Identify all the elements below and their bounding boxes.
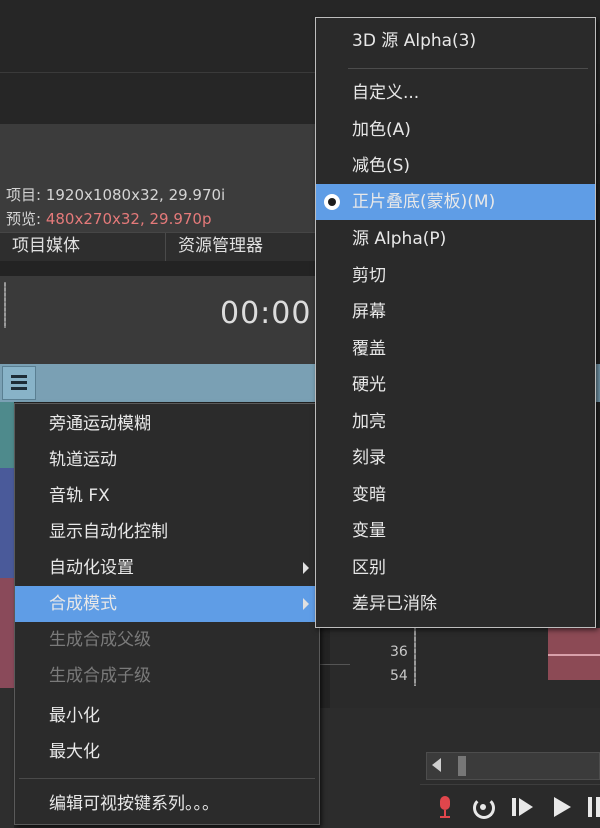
submenu-item-lighten[interactable]: 变量 — [316, 513, 595, 549]
tab-explorer[interactable]: 资源管理器 — [165, 233, 263, 261]
submenu-item-multiply[interactable]: 正片叠底(蒙板)(M) — [316, 184, 595, 220]
radio-selected-icon — [324, 194, 340, 210]
menu-item-make-compositing-child: 生成合成子级 — [49, 666, 151, 686]
play-icon[interactable] — [552, 796, 572, 818]
divider — [0, 72, 315, 73]
submenu-item-dodge[interactable]: 加亮 — [316, 404, 595, 440]
scroll-left-icon[interactable] — [432, 758, 441, 772]
submenu-item-darken[interactable]: 变暗 — [316, 477, 595, 513]
menu-separator — [19, 778, 315, 779]
menu-item-minimize[interactable]: 最小化 — [15, 698, 319, 734]
submenu-item-burn[interactable]: 刻录 — [316, 440, 595, 476]
scroll-thumb[interactable] — [458, 756, 466, 776]
audio-waveform — [548, 654, 600, 656]
submenu-item-screen[interactable]: 屏幕 — [316, 294, 595, 330]
submenu-item-difference[interactable]: 区别 — [316, 550, 595, 586]
composite-mode-submenu: 3D 源 Alpha(3) 自定义... 加色(A) 减色(S) 正片叠底(蒙板… — [315, 17, 596, 628]
submenu-item-custom[interactable]: 自定义... — [316, 75, 595, 111]
menu-item-track-fx[interactable]: 音轨 FX — [15, 478, 319, 514]
menu-item-composite-mode[interactable]: 合成模式 — [15, 586, 319, 622]
menu-item-edit-button-set[interactable]: 编辑可视按键系列。。。 — [15, 786, 319, 822]
submenu-item-cut[interactable]: 剪切 — [316, 258, 595, 294]
menu-item-bypass-motion-blur[interactable]: 旁通运动模糊 — [15, 406, 319, 442]
submenu-arrow-icon — [303, 598, 309, 610]
timecode: 00:00: — [220, 296, 323, 331]
submenu-item-difference-squared[interactable]: 差异已消除 — [316, 586, 595, 622]
menu-item-make-compositing-parent: 生成合成父级 — [49, 630, 151, 650]
menu-item-maximize[interactable]: 最大化 — [15, 734, 319, 770]
project-label: 项目: — [6, 186, 42, 204]
menu-item-show-automation[interactable]: 显示自动化控制 — [15, 514, 319, 550]
loop-icon[interactable] — [472, 796, 495, 819]
preview-value: 480x270x32, 29.970p — [45, 210, 212, 228]
track-strip — [0, 688, 14, 828]
app-window: 项目: 1920x1080x32, 29.970i 预览: 480x270x32… — [0, 0, 600, 828]
track-menu-button[interactable] — [2, 366, 36, 400]
menu-item-automation-settings[interactable]: 自动化设置 — [15, 550, 319, 586]
submenu-item-3d-source-alpha[interactable]: 3D 源 Alpha(3) — [316, 23, 595, 59]
track-strip — [0, 578, 14, 688]
tab-bar: 项目媒体 资源管理器 — [0, 232, 315, 261]
track-strip — [0, 468, 14, 578]
ruler-label: 36 — [390, 644, 408, 660]
divider — [320, 664, 350, 665]
ruler-ticks — [414, 624, 416, 686]
submenu-item-subtract[interactable]: 减色(S) — [316, 148, 595, 184]
submenu-item-overlay[interactable]: 覆盖 — [316, 331, 595, 367]
menu-item-track-motion[interactable]: 轨道运动 — [15, 442, 319, 478]
preview-info: 预览: 480x270x32, 29.970p — [6, 208, 212, 229]
pause-icon[interactable] — [588, 796, 600, 818]
submenu-item-source-alpha[interactable]: 源 Alpha(P) — [316, 221, 595, 257]
submenu-arrow-icon — [303, 562, 309, 574]
preview-label: 预览: — [6, 210, 42, 228]
menu-separator — [348, 68, 588, 69]
track-strip — [0, 402, 14, 468]
tab-project-media[interactable]: 项目媒体 — [12, 233, 80, 261]
play-from-start-icon[interactable] — [512, 796, 534, 818]
submenu-item-hard-light[interactable]: 硬光 — [316, 367, 595, 403]
record-icon[interactable] — [438, 796, 452, 818]
track-context-menu: 旁通运动模糊 轨道运动 音轨 FX 显示自动化控制 自动化设置 合成模式 生成合… — [14, 403, 320, 825]
drag-handle[interactable] — [4, 282, 6, 328]
ruler-label: 54 — [390, 668, 408, 684]
project-value: 1920x1080x32, 29.970i — [45, 186, 226, 204]
submenu-item-add[interactable]: 加色(A) — [316, 112, 595, 148]
project-info: 项目: 1920x1080x32, 29.970i — [6, 184, 225, 205]
horizontal-scrollbar[interactable] — [426, 752, 600, 780]
